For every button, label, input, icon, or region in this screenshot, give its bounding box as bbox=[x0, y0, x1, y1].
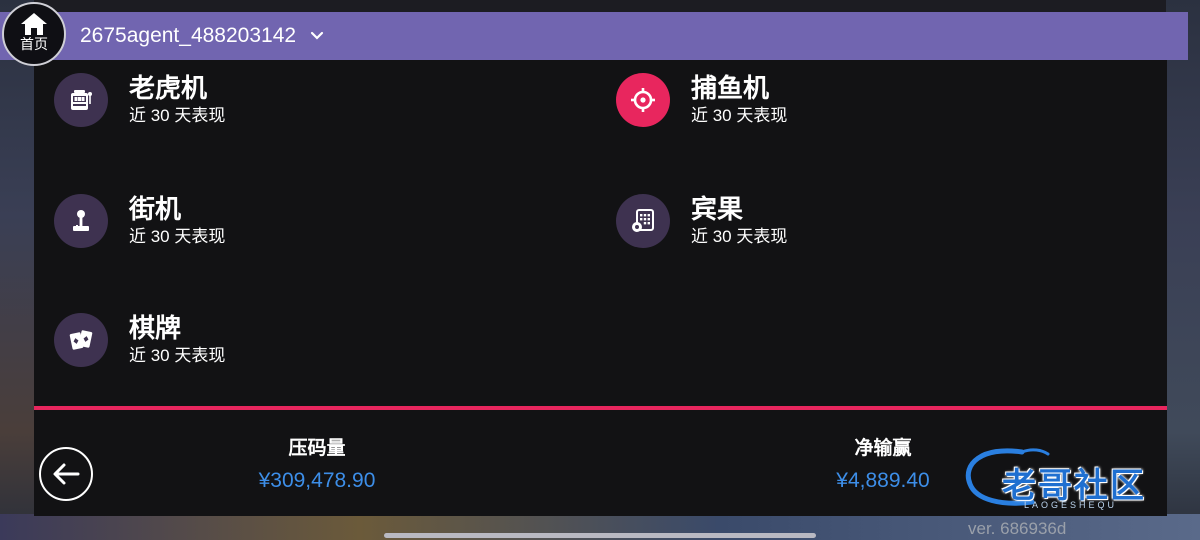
game-item-bingo[interactable]: 宾果 近 30 天表现 bbox=[616, 194, 787, 248]
joystick-icon bbox=[73, 210, 89, 231]
game-name: 捕鱼机 bbox=[691, 73, 770, 103]
game-subtitle: 近 30 天表现 bbox=[691, 227, 788, 246]
game-icon-wrap bbox=[54, 313, 108, 367]
watermark-subtext: LAOGESHEQU bbox=[1024, 500, 1118, 510]
slot-machine-icon bbox=[71, 90, 92, 110]
home-indicator[interactable] bbox=[384, 533, 816, 538]
game-icon-wrap bbox=[616, 73, 670, 127]
version-label: ver. 686936d bbox=[968, 519, 1067, 538]
game-subtitle: 近 30 天表现 bbox=[129, 346, 226, 365]
game-icon-wrap bbox=[54, 194, 108, 248]
section-divider bbox=[34, 406, 1167, 410]
game-item-slots[interactable]: 老虎机 近 30 天表现 bbox=[54, 73, 225, 127]
stat-value: ¥4,889.40 bbox=[836, 469, 930, 492]
game-icon-wrap bbox=[616, 194, 670, 248]
stat-net-win-loss: 净输赢 ¥4,889.40 bbox=[783, 437, 983, 495]
back-button[interactable] bbox=[39, 447, 93, 501]
stat-label: 压码量 bbox=[288, 438, 346, 459]
stat-label: 净输赢 bbox=[854, 438, 912, 459]
watermark-logo: 老哥社区 LAOGESHEQU bbox=[962, 442, 1194, 512]
crosshair-icon bbox=[631, 88, 655, 112]
bingo-card-icon bbox=[632, 209, 654, 232]
game-subtitle: 近 30 天表现 bbox=[129, 106, 226, 125]
game-subtitle: 近 30 天表现 bbox=[129, 227, 226, 246]
game-subtitle: 近 30 天表现 bbox=[691, 106, 788, 125]
game-name: 宾果 bbox=[691, 194, 744, 224]
arrow-left-icon bbox=[53, 463, 80, 485]
game-item-cards[interactable]: 棋牌 近 30 天表现 bbox=[54, 313, 225, 367]
background-left bbox=[0, 0, 34, 540]
game-name: 棋牌 bbox=[129, 313, 182, 343]
chevron-down-icon bbox=[310, 31, 324, 40]
game-icon-wrap bbox=[54, 73, 108, 127]
game-name: 老虎机 bbox=[129, 73, 208, 103]
game-name: 街机 bbox=[129, 194, 182, 224]
account-name: 2675agent_488203142 bbox=[80, 24, 297, 47]
stat-bet-volume: 压码量 ¥309,478.90 bbox=[217, 437, 417, 495]
stat-value: ¥309,478.90 bbox=[258, 469, 376, 492]
account-selector[interactable]: 2675agent_488203142 bbox=[80, 12, 324, 60]
home-icon bbox=[21, 13, 47, 35]
home-label: 首页 bbox=[20, 36, 48, 52]
playing-cards-icon bbox=[69, 330, 93, 350]
game-item-fishing[interactable]: 捕鱼机 近 30 天表现 bbox=[616, 73, 787, 127]
home-button[interactable]: 首页 bbox=[2, 2, 66, 66]
game-item-arcade[interactable]: 街机 近 30 天表现 bbox=[54, 194, 225, 248]
